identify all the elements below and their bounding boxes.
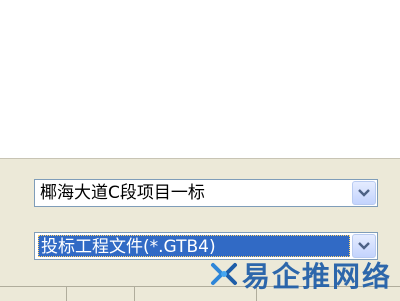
brand-logo-icon bbox=[211, 263, 237, 285]
column-separator[interactable] bbox=[66, 287, 67, 301]
document-area bbox=[0, 0, 400, 158]
column-header[interactable] bbox=[80, 288, 140, 301]
file-type-value: 投标工程文件(*.GTB4) bbox=[38, 235, 350, 257]
column-separator[interactable] bbox=[134, 287, 135, 301]
brand-text: 易企推网络 bbox=[242, 260, 393, 293]
project-name-value: 椰海大道C段项目一标 bbox=[40, 183, 205, 203]
brand-watermark: 易企推网络 bbox=[210, 258, 393, 293]
chevron-down-icon bbox=[358, 189, 370, 197]
project-name-combobox[interactable]: 椰海大道C段项目一标 bbox=[34, 179, 378, 207]
chevron-down-icon bbox=[358, 242, 370, 250]
project-name-dropdown-button[interactable] bbox=[352, 181, 376, 205]
